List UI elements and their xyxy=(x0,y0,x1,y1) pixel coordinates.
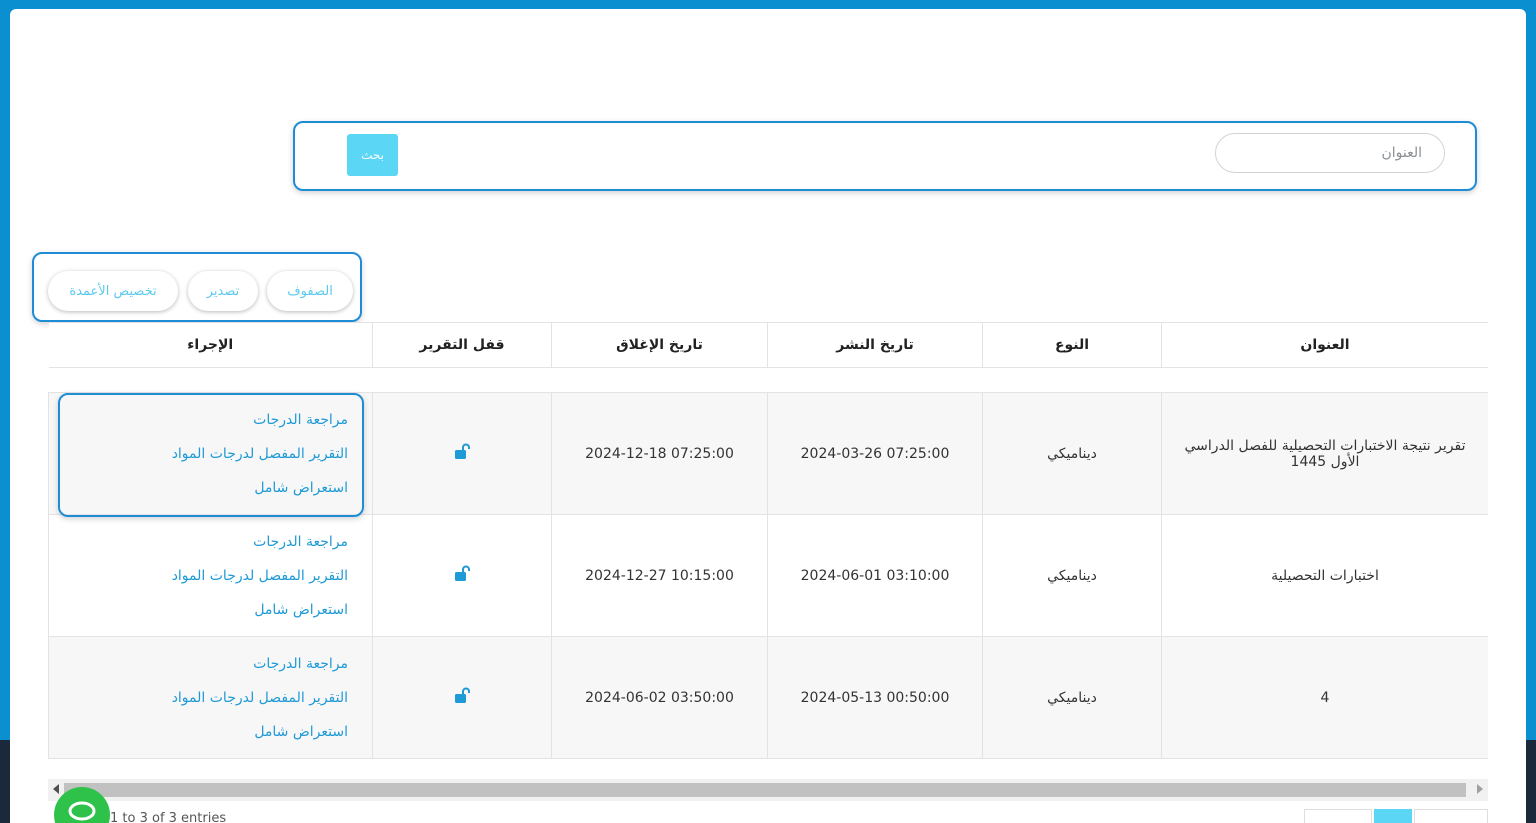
filter-row xyxy=(48,367,1488,393)
right-edge xyxy=(1526,740,1536,823)
header-report-lock[interactable]: قفل التقرير xyxy=(372,322,552,368)
full-overview-link[interactable]: استعراض شامل xyxy=(59,471,348,505)
table-info: 1 to 3 of 3 entries xyxy=(110,811,227,823)
detailed-report-link[interactable]: التقرير المفصل لدرجات المواد xyxy=(59,681,348,715)
row-lock-cell xyxy=(372,514,552,637)
table-header-row: العنوان النوع تاريخ النشر تاريخ الإغلاق … xyxy=(48,322,1488,368)
pagination-previous[interactable] xyxy=(1304,809,1372,823)
row-lock-cell xyxy=(372,392,552,515)
table-row: تقرير نتيجة الاختبارات التحصيلية للفصل ا… xyxy=(48,392,1488,515)
unlock-icon[interactable] xyxy=(452,564,472,584)
review-grades-link[interactable]: مراجعة الدرجات xyxy=(59,403,348,437)
scroll-right-arrow-icon[interactable] xyxy=(1477,784,1483,794)
left-edge xyxy=(0,740,10,823)
unlock-icon[interactable] xyxy=(452,686,472,706)
customize-columns-button[interactable]: تخصيص الأعمدة xyxy=(48,271,178,311)
row-close-date: 07:25:00 2024-12-18 xyxy=(551,392,768,515)
row-close-date: 10:15:00 2024-12-27 xyxy=(551,514,768,637)
review-grades-link[interactable]: مراجعة الدرجات xyxy=(59,647,348,681)
row-title: تقرير نتيجة الاختبارات التحصيلية للفصل ا… xyxy=(1161,392,1488,515)
unlock-icon[interactable] xyxy=(452,442,472,462)
row-title: 4 xyxy=(1161,636,1488,759)
header-title[interactable]: العنوان xyxy=(1161,322,1488,368)
title-search-input[interactable] xyxy=(1215,133,1445,173)
row-lock-cell xyxy=(372,636,552,759)
header-action: الإجراء xyxy=(48,322,373,368)
row-actions: مراجعة الدرجات التقرير المفصل لدرجات الم… xyxy=(48,392,373,515)
scrollbar-thumb[interactable] xyxy=(64,783,1466,797)
pagination-page-1[interactable] xyxy=(1374,809,1412,823)
header-close-date[interactable]: تاريخ الإغلاق xyxy=(551,322,768,368)
chat-widget-icon[interactable] xyxy=(54,787,110,823)
row-actions: مراجعة الدرجات التقرير المفصل لدرجات الم… xyxy=(48,514,373,637)
row-title: اختبارات التحصيلية xyxy=(1161,514,1488,637)
row-publish-date: 03:10:00 2024-06-01 xyxy=(767,514,983,637)
reports-table-wrapper: العنوان النوع تاريخ النشر تاريخ الإغلاق … xyxy=(48,322,1488,782)
detailed-report-link[interactable]: التقرير المفصل لدرجات المواد xyxy=(59,559,348,593)
page-frame: بحث الصفوف تصدير تخصيص الأعمدة العنوان ا… xyxy=(10,9,1526,823)
row-type: ديناميكي xyxy=(982,392,1162,515)
row-publish-date: 07:25:00 2024-03-26 xyxy=(767,392,983,515)
search-panel: بحث xyxy=(293,121,1477,191)
table-row: اختبارات التحصيلية ديناميكي 03:10:00 202… xyxy=(48,514,1488,637)
header-type[interactable]: النوع xyxy=(982,322,1162,368)
pagination-next[interactable] xyxy=(1414,809,1488,823)
row-type: ديناميكي xyxy=(982,514,1162,637)
table-toolbar: الصفوف تصدير تخصيص الأعمدة xyxy=(32,252,362,322)
header-publish-date[interactable]: تاريخ النشر xyxy=(767,322,983,368)
row-actions: مراجعة الدرجات التقرير المفصل لدرجات الم… xyxy=(48,636,373,759)
review-grades-link[interactable]: مراجعة الدرجات xyxy=(59,525,348,559)
reports-table: العنوان النوع تاريخ النشر تاريخ الإغلاق … xyxy=(48,322,1488,759)
full-overview-link[interactable]: استعراض شامل xyxy=(59,593,348,627)
search-button[interactable]: بحث xyxy=(347,134,398,176)
horizontal-scrollbar[interactable] xyxy=(48,779,1488,801)
row-close-date: 03:50:00 2024-06-02 xyxy=(551,636,768,759)
row-publish-date: 00:50:00 2024-05-13 xyxy=(767,636,983,759)
row-type: ديناميكي xyxy=(982,636,1162,759)
full-overview-link[interactable]: استعراض شامل xyxy=(59,715,348,749)
table-row: 4 ديناميكي 00:50:00 2024-05-13 03:50:00 … xyxy=(48,636,1488,759)
rows-button[interactable]: الصفوف xyxy=(267,271,353,311)
export-button[interactable]: تصدير xyxy=(188,271,258,311)
detailed-report-link[interactable]: التقرير المفصل لدرجات المواد xyxy=(59,437,348,471)
